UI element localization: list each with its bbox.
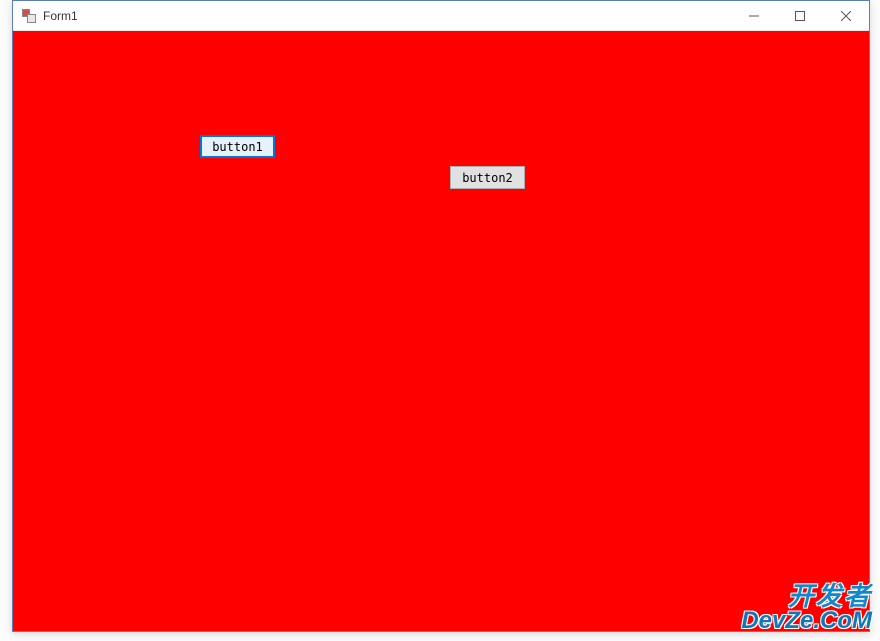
window-title: Form1	[43, 9, 78, 23]
window-controls	[731, 1, 869, 30]
form-window: Form1 button1 button2	[12, 0, 870, 632]
app-icon	[21, 8, 37, 24]
button1[interactable]: button1	[200, 135, 275, 158]
button2[interactable]: button2	[450, 166, 525, 189]
close-button[interactable]	[823, 1, 869, 30]
maximize-button[interactable]	[777, 1, 823, 30]
form-client-area[interactable]: button1 button2	[13, 31, 869, 631]
minimize-button[interactable]	[731, 1, 777, 30]
titlebar[interactable]: Form1	[13, 1, 869, 31]
